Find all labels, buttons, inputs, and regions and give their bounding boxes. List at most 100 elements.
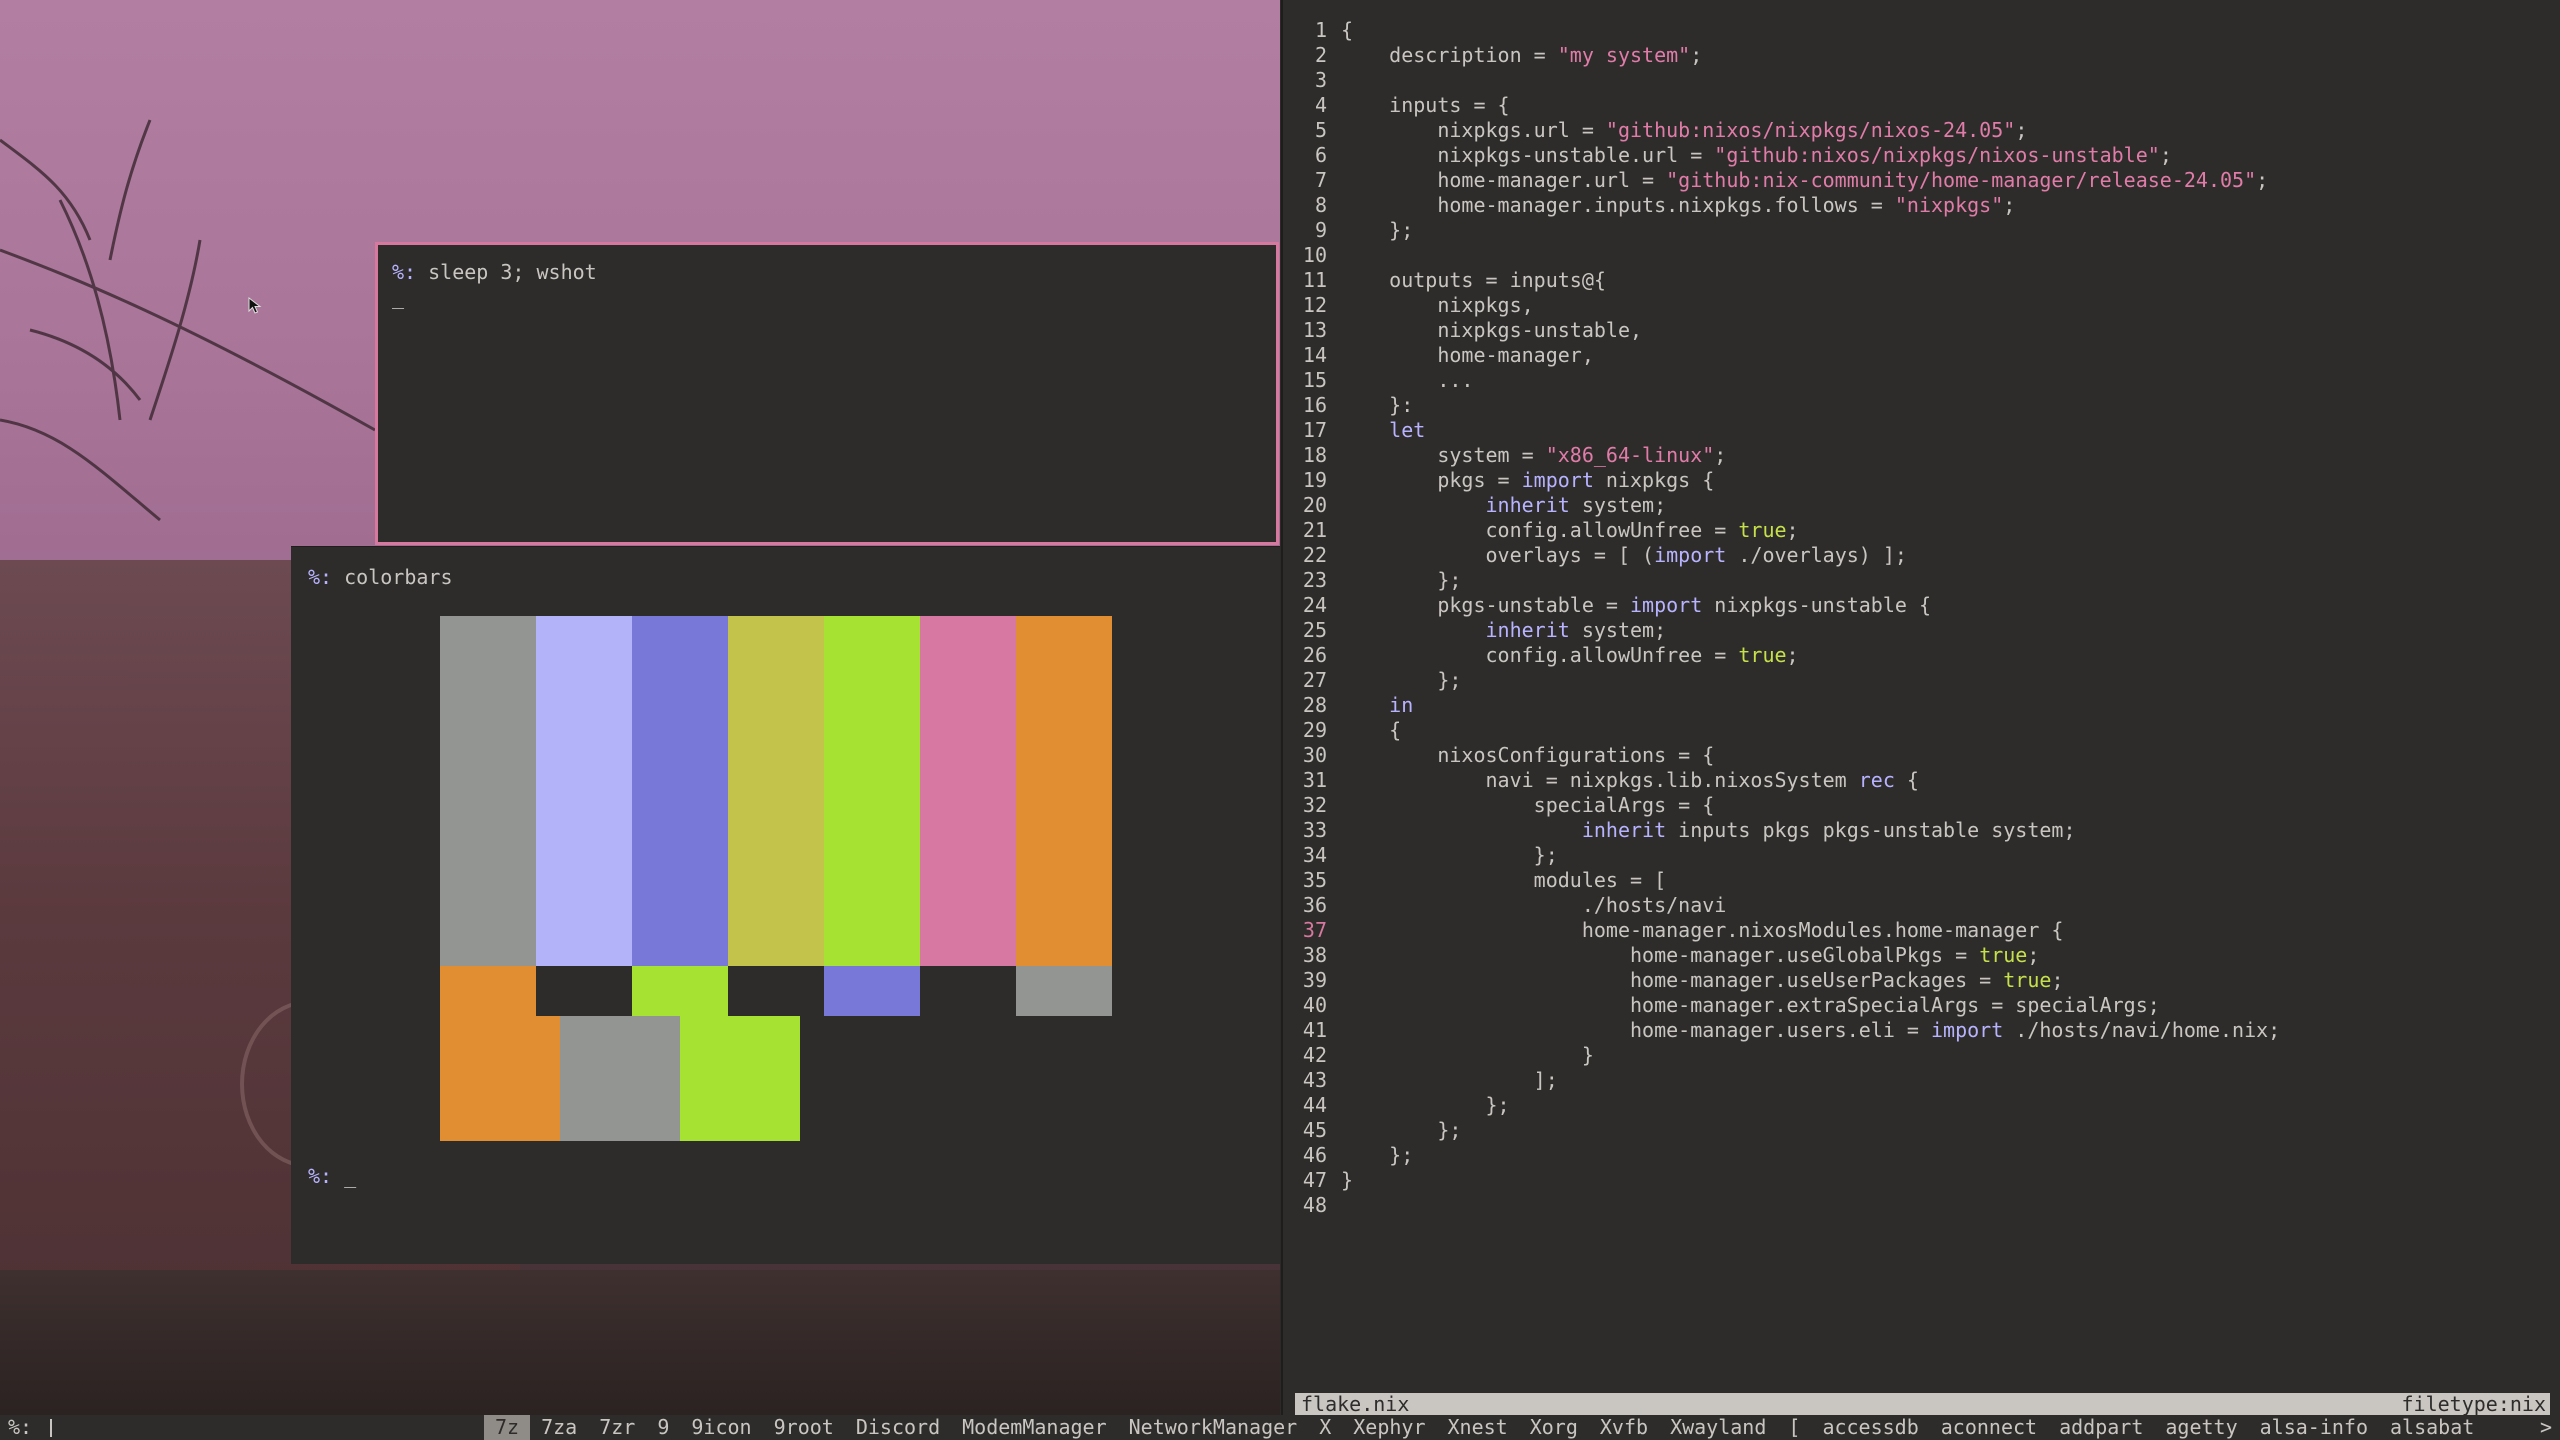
task-item[interactable]: X [1308,1415,1342,1440]
task-item[interactable]: 7za [530,1415,588,1440]
code-text: config.allowUnfree = [1341,643,1739,667]
code-line[interactable]: 48 [1283,1193,2280,1218]
task-item[interactable]: Xnest [1437,1415,1519,1440]
code-line[interactable]: 26 config.allowUnfree = true; [1283,643,2280,668]
code-line[interactable]: 2 description = "my system"; [1283,43,2280,68]
code-line[interactable]: 34 }; [1283,843,2280,868]
task-item[interactable]: accessdb [1811,1415,1929,1440]
code-line[interactable]: 8 home-manager.inputs.nixpkgs.follows = … [1283,193,2280,218]
task-item[interactable]: Discord [845,1415,951,1440]
color-bar-bottom [680,1016,800,1141]
code-line[interactable]: 37 home-manager.nixosModules.home-manage… [1283,918,2280,943]
code-line[interactable]: 40 home-manager.extraSpecialArgs = speci… [1283,993,2280,1018]
code-line[interactable]: 24 pkgs-unstable = import nixpkgs-unstab… [1283,593,2280,618]
code-line[interactable]: 17 let [1283,418,2280,443]
code-line[interactable]: 45 }; [1283,1118,2280,1143]
code-text: nixpkgs.url = [1341,118,1606,142]
line-number: 46 [1302,1143,1327,1167]
task-item[interactable]: 7zr [588,1415,646,1440]
code-line[interactable]: 16 }: [1283,393,2280,418]
line-number: 11 [1302,268,1327,292]
task-item[interactable]: alsabat [2379,1415,2485,1440]
code-line[interactable]: 4 inputs = { [1283,93,2280,118]
code-line[interactable]: 23 }; [1283,568,2280,593]
code-line[interactable]: 44 }; [1283,1093,2280,1118]
code-line[interactable]: 14 home-manager, [1283,343,2280,368]
task-item[interactable]: Xwayland [1659,1415,1777,1440]
task-item[interactable]: 9icon [680,1415,762,1440]
code-text: nixpkgs, [1341,293,1534,317]
task-item[interactable]: ModemManager [951,1415,1118,1440]
code-line[interactable]: 25 inherit system; [1283,618,2280,643]
code-line[interactable]: 13 nixpkgs-unstable, [1283,318,2280,343]
task-item[interactable]: aconnect [1930,1415,2048,1440]
code-line[interactable]: 6 nixpkgs-unstable.url = "github:nixos/n… [1283,143,2280,168]
line-number: 10 [1302,243,1327,267]
terminal-next-prompt-line[interactable]: %: _ [308,1164,356,1189]
line-number: 48 [1302,1193,1327,1217]
command-input-cursor[interactable] [50,1419,52,1437]
task-item[interactable]: Xorg [1519,1415,1589,1440]
task-item[interactable]: agetty [2154,1415,2248,1440]
code-line[interactable]: 30 nixosConfigurations = { [1283,743,2280,768]
text-editor-pane[interactable]: 1{2 description = "my system"; 3 4 inputs … [1281,0,2560,1415]
code-text: system; [1569,493,1667,517]
task-item[interactable]: Xephyr [1342,1415,1436,1440]
code-line[interactable]: 10 [1283,243,2280,268]
code-line[interactable]: 7 home-manager.url = "github:nix-communi… [1283,168,2280,193]
code-line[interactable]: 32 specialArgs = { [1283,793,2280,818]
code-line[interactable]: 33 inherit inputs pkgs pkgs-unstable sys… [1283,818,2280,843]
code-line[interactable]: 41 home-manager.users.eli = import ./hos… [1283,1018,2280,1043]
code-line[interactable]: 27 }; [1283,668,2280,693]
editor-filename: flake.nix [1301,1392,1410,1416]
code-line[interactable]: 5 nixpkgs.url = "github:nixos/nixpkgs/ni… [1283,118,2280,143]
more-tasks-indicator[interactable]: > [2540,1415,2552,1440]
code-line[interactable]: 46 }; [1283,1143,2280,1168]
code-text: ; [2051,968,2064,992]
code-line[interactable]: 35 modules = [ [1283,868,2280,893]
task-item[interactable]: 9 [646,1415,680,1440]
code-line[interactable]: 39 home-manager.useUserPackages = true; [1283,968,2280,993]
task-item[interactable]: 9root [763,1415,845,1440]
code-text: ; [1714,443,1727,467]
code-line[interactable]: 36 ./hosts/navi [1283,893,2280,918]
code-line[interactable]: 9 }; [1283,218,2280,243]
task-item[interactable]: alsa-info [2249,1415,2379,1440]
color-bar-top [1016,616,1112,966]
code-line[interactable]: 19 pkgs = import nixpkgs { [1283,468,2280,493]
code-line[interactable]: 22 overlays = [ (import ./overlays) ]; [1283,543,2280,568]
code-line[interactable]: 11 outputs = inputs@{ [1283,268,2280,293]
editor-status-line: flake.nix filetype:nix [1295,1393,2550,1415]
terminal-window-sleep[interactable]: %: sleep 3; wshot _ [375,242,1279,545]
task-item[interactable]: [ [1777,1415,1811,1440]
task-item[interactable]: NetworkManager [1118,1415,1309,1440]
code-line[interactable]: 42 } [1283,1043,2280,1068]
line-number: 18 [1302,443,1327,467]
code-line[interactable]: 1{ [1283,18,2280,43]
code-line[interactable]: 38 home-manager.useGlobalPkgs = true; [1283,943,2280,968]
task-item[interactable]: 7z [484,1415,531,1440]
code-line[interactable]: 12 nixpkgs, [1283,293,2280,318]
terminal-window-colorbars[interactable]: %: colorbars %: _ [291,546,1280,1264]
code-text: ; [2015,118,2028,142]
task-list: 7z 7za 7zr 9 9icon 9root Discord ModemManager Ne… [484,1415,2485,1440]
code-line[interactable]: 47} [1283,1168,2280,1193]
color-bar-middle [824,966,920,1016]
task-item[interactable]: addpart [2048,1415,2154,1440]
code-line[interactable]: 20 inherit system; [1283,493,2280,518]
code-line[interactable]: 21 config.allowUnfree = true; [1283,518,2280,543]
color-bar-top [440,616,536,966]
code-line[interactable]: 43 ]; [1283,1068,2280,1093]
code-text: ; [1786,643,1799,667]
code-area[interactable]: 1{2 description = "my system"; 3 4 inputs … [1283,18,2280,1218]
code-text: }; [1341,843,1558,867]
code-line[interactable]: 18 system = "x86_64-linux"; [1283,443,2280,468]
line-number: 1 [1314,18,1327,42]
code-line[interactable]: 31 navi = nixpkgs.lib.nixosSystem rec { [1283,768,2280,793]
line-number: 5 [1314,118,1327,142]
task-item[interactable]: Xvfb [1589,1415,1659,1440]
code-line[interactable]: 28 in [1283,693,2280,718]
code-line[interactable]: 29 { [1283,718,2280,743]
code-line[interactable]: 3 [1283,68,2280,93]
code-line[interactable]: 15 ... [1283,368,2280,393]
